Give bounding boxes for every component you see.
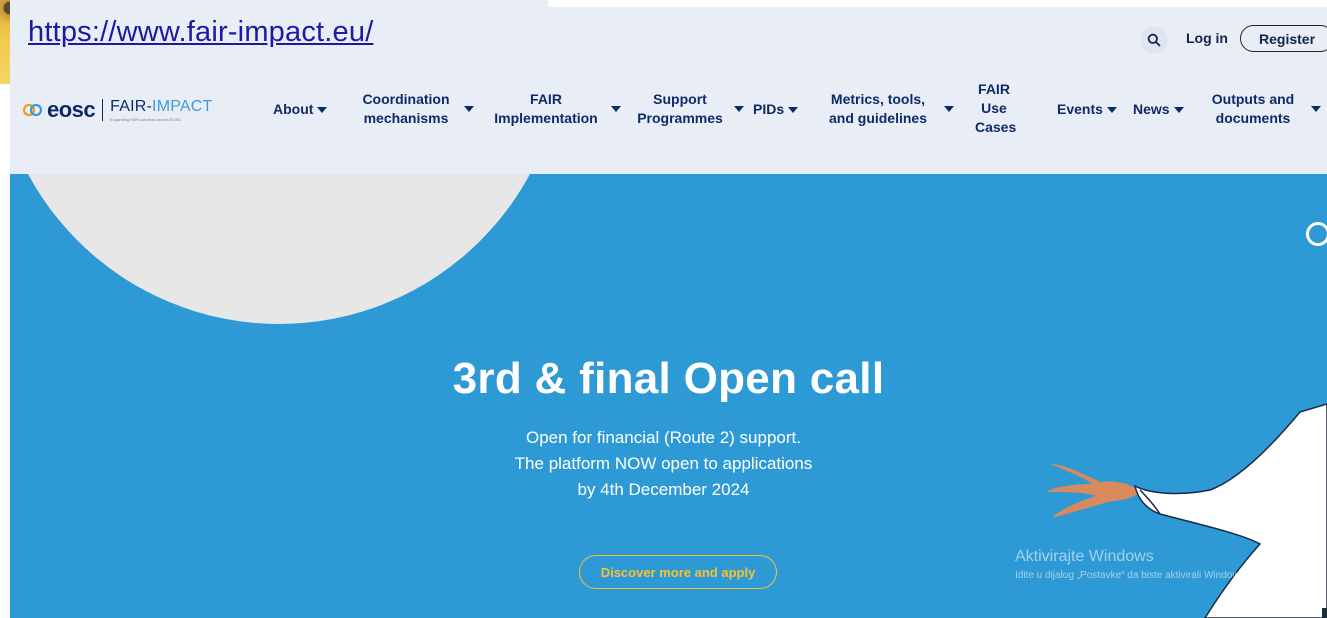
windows-activation-watermark-title: Aktivirajte Windows	[1015, 548, 1154, 565]
nav-label: FAIR Use Cases	[975, 81, 1017, 135]
chevron-down-icon	[734, 106, 744, 112]
chevron-down-icon	[317, 106, 328, 113]
nav-label: News	[1133, 101, 1170, 117]
nav-label: FAIR Implementation	[494, 91, 598, 126]
url-overlay-link[interactable]: https://www.fair-impact.eu/	[28, 16, 373, 49]
nav-item-news[interactable]: News	[1133, 100, 1184, 119]
chevron-down-icon	[1173, 106, 1184, 113]
windows-activation-watermark-subtitle: Idite u dijalog „Postavke“ da biste akti…	[1015, 570, 1248, 581]
nav-item-outputs-documents[interactable]: Outputs and documents	[1200, 90, 1321, 128]
chevron-down-icon	[944, 106, 954, 112]
nav-label: PIDs	[753, 101, 785, 117]
nav-label: Outputs and documents	[1211, 91, 1295, 126]
nav-item-fair-implementation[interactable]: FAIR Implementation	[486, 90, 621, 128]
nav-item-events[interactable]: Events	[1057, 100, 1117, 119]
chevron-down-icon	[464, 106, 474, 112]
main-navigation: About Coordination mechanisms FAIR Imple…	[0, 81, 1327, 174]
search-icon	[1147, 33, 1161, 47]
nav-label: Support Programmes	[637, 91, 723, 126]
chevron-down-icon	[611, 106, 621, 112]
nav-item-about[interactable]: About	[273, 100, 328, 119]
screen-corner	[1322, 608, 1327, 618]
nav-item-coordination-mechanisms[interactable]: Coordination mechanisms	[354, 90, 474, 128]
top-strip	[548, 0, 1327, 7]
chevron-down-icon	[1311, 106, 1321, 112]
nav-item-support-programmes[interactable]: Support Programmes	[632, 90, 744, 128]
search-button[interactable]	[1140, 26, 1168, 54]
login-link[interactable]: Log in	[1186, 30, 1228, 46]
nav-label: About	[273, 101, 314, 117]
nav-label: Metrics, tools, and guidelines	[828, 91, 927, 126]
nav-item-metrics-tools-guidelines[interactable]: Metrics, tools, and guidelines	[820, 90, 954, 128]
hero-banner: 3rd & final Open call Open for financial…	[10, 174, 1327, 618]
nav-item-pids[interactable]: PIDs	[753, 100, 799, 119]
register-button[interactable]: Register	[1240, 25, 1327, 52]
chevron-down-icon	[788, 106, 799, 113]
nav-label: Coordination mechanisms	[362, 91, 450, 126]
nav-item-fair-use-cases[interactable]: FAIR Use Cases	[975, 80, 1017, 137]
chevron-down-icon	[1106, 106, 1117, 113]
nav-label: Events	[1057, 101, 1103, 117]
